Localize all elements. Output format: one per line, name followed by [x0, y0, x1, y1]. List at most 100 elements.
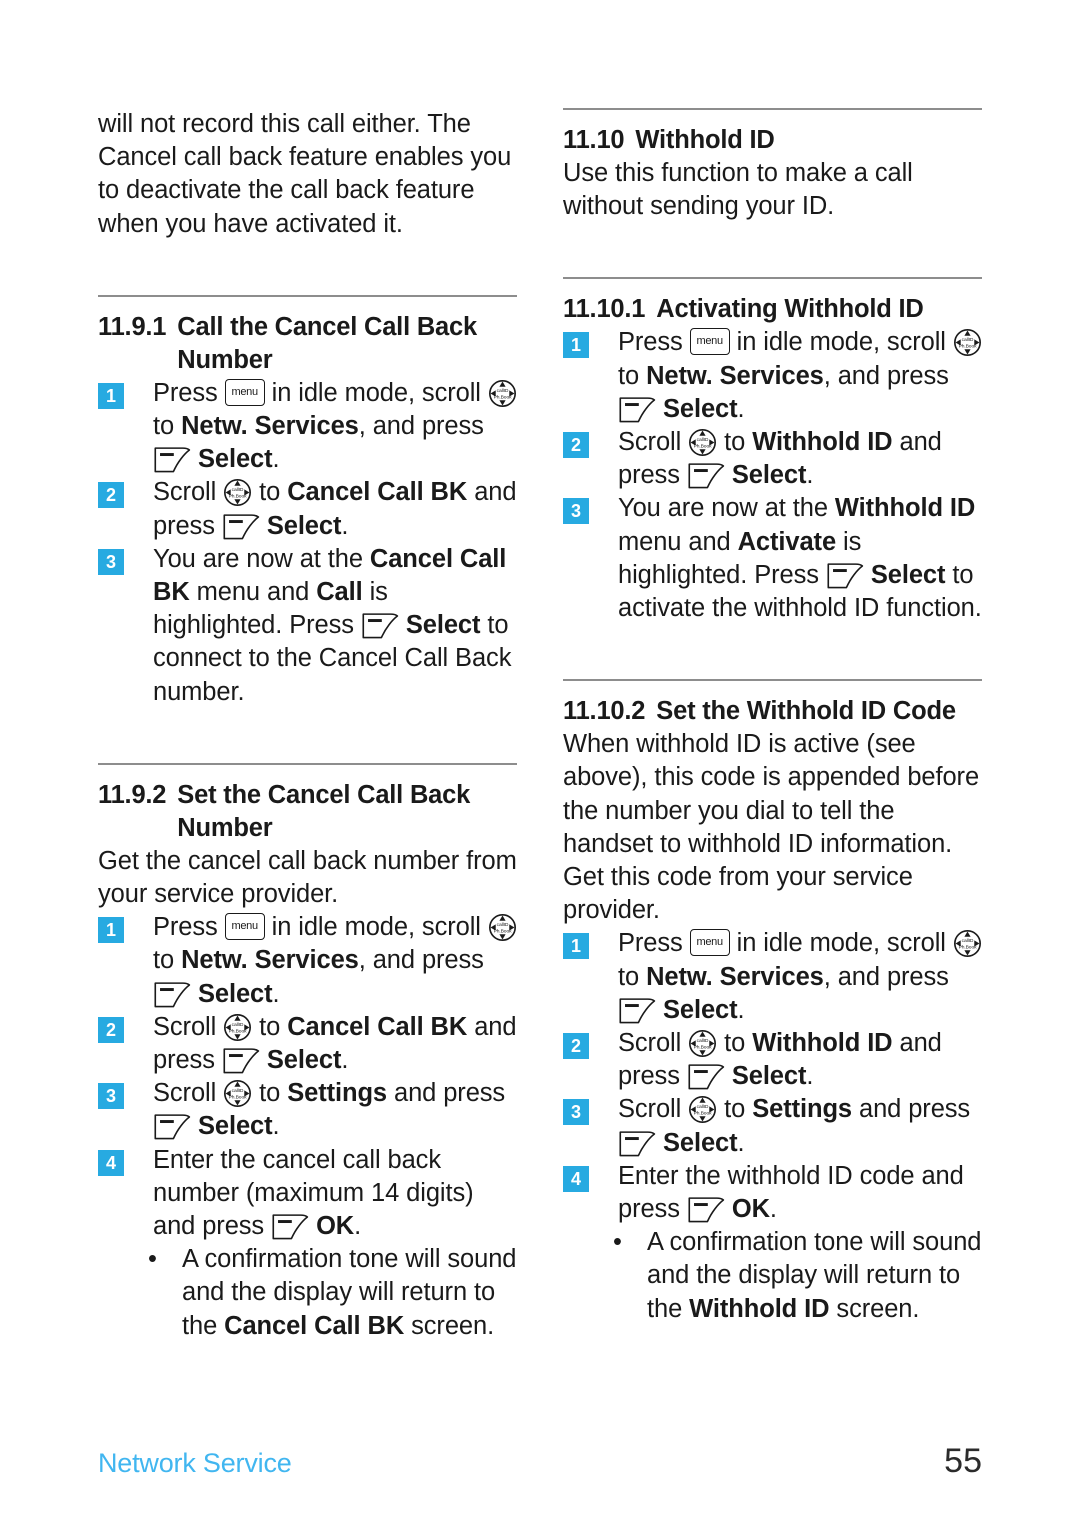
soft-key-icon — [222, 1046, 260, 1076]
emphasis-text: Netw. Services — [181, 412, 359, 441]
emphasis-text: Netw. Services — [181, 946, 359, 975]
svg-text:Ph.Book: Ph.Book — [694, 443, 713, 449]
step-text: Enter the cancel call back number (maxim… — [153, 1145, 474, 1241]
bullet-marker: • — [613, 1228, 622, 1257]
emphasis-text: Select — [191, 1112, 273, 1141]
steps-11-9-2: 1 Press menu in idle mode, scroll callID P… — [98, 911, 517, 1243]
step-text: You are now at the Withhold ID menu and … — [618, 494, 982, 623]
instruction-step: 1 Press menu in idle mode, scroll callID P… — [98, 911, 517, 1011]
two-column-body: will not record this call either. The Ca… — [98, 108, 982, 1343]
svg-text:callID: callID — [232, 488, 244, 494]
scroll-navigation-icon: callID Ph.Book — [688, 428, 717, 457]
heading-11-9-2: 11.9.2 Set the Cancel Call Back Number — [98, 779, 517, 845]
heading-text: Withhold ID — [635, 126, 775, 154]
svg-text:callID: callID — [961, 939, 973, 945]
soft-key-icon — [361, 611, 399, 641]
intro-paragraph: will not record this call either. The Ca… — [98, 110, 512, 238]
emphasis-text: Select — [863, 560, 946, 589]
svg-text:Ph.Book: Ph.Book — [493, 394, 512, 400]
heading-11-10: 11.10 Withhold ID — [563, 124, 982, 157]
section-intro: Get the cancel call back number from you… — [98, 846, 517, 909]
instruction-step: 2 Scroll callID Ph.Book to Cancel Call BK … — [98, 476, 517, 542]
scroll-navigation-icon: callID Ph.Book — [953, 328, 982, 357]
step-number-badge: 1 — [563, 933, 589, 960]
emphasis-text: Settings — [287, 1079, 387, 1108]
heading-number: 11.10.2 — [563, 697, 646, 726]
emphasis-text: Select — [656, 394, 738, 423]
svg-text:Ph.Book: Ph.Book — [493, 929, 512, 935]
instruction-step: 1 Press menu in idle mode, scroll callID P… — [98, 377, 517, 477]
heading-number: 11.9.2 — [98, 780, 167, 809]
emphasis-text: Select — [191, 979, 273, 1008]
left-column: will not record this call either. The Ca… — [98, 108, 517, 1343]
emphasis-text: Select — [724, 461, 807, 490]
svg-text:Ph.Book: Ph.Book — [694, 1111, 713, 1117]
emphasis-text: Select — [656, 1128, 738, 1157]
instruction-step: 1 Press menu in idle mode, scroll callID P… — [563, 927, 982, 1027]
step-number-badge: 1 — [98, 382, 124, 409]
emphasis-text: Select — [656, 995, 738, 1024]
heading-11-10-2: 11.10.2 Set the Withhold ID Code — [563, 695, 982, 728]
emphasis-text: OK — [724, 1195, 770, 1224]
scroll-navigation-icon: callID Ph.Book — [488, 913, 517, 942]
step-text: Press menu in idle mode, scroll callID Ph… — [153, 913, 517, 1010]
bullet-marker: • — [148, 1245, 157, 1274]
instruction-step: 3 You are now at the Withhold ID menu and… — [563, 492, 982, 625]
soft-key-icon — [618, 395, 656, 425]
step-text: Scroll callID Ph.Book to Withhold ID and … — [618, 1029, 942, 1091]
emphasis-text: Netw. Services — [646, 361, 824, 390]
scroll-navigation-icon: callID Ph.Book — [488, 379, 517, 408]
step-number-badge: 1 — [563, 332, 589, 359]
step-text: Scroll callID Ph.Book to Withhold ID and … — [618, 428, 942, 491]
instruction-step: 4 Enter the cancel call back number (maxi… — [98, 1144, 517, 1244]
instruction-step: 2 Scroll callID Ph.Book to Cancel Call BK … — [98, 1011, 517, 1077]
step-text: Scroll callID Ph.Book to Cancel Call BK a… — [153, 478, 517, 542]
section-intro: When withhold ID is active (see above), … — [563, 730, 980, 925]
emphasis-text: Select — [259, 1046, 342, 1075]
soft-key-icon — [618, 1129, 656, 1159]
step-text: Scroll callID Ph.Book to Settings and pre… — [153, 1079, 506, 1142]
svg-text:Ph.Book: Ph.Book — [229, 494, 248, 500]
emphasis-text: Withhold ID — [834, 494, 976, 523]
svg-text:Ph.Book: Ph.Book — [229, 1095, 248, 1101]
step-text: Scroll callID Ph.Book to Cancel Call BK a… — [153, 1012, 517, 1076]
emphasis-text: Select — [191, 445, 273, 474]
menu-key-icon: menu — [224, 378, 265, 406]
right-column: 11.10 Withhold ID Use this function to m… — [563, 108, 982, 1343]
instruction-step: 1 Press menu in idle mode, scroll callID P… — [563, 326, 982, 426]
instruction-step: 2 Scroll callID Ph.Book to Withhold ID and… — [563, 426, 982, 492]
step-text: Enter the withhold ID code and press OK. — [618, 1161, 964, 1224]
soft-key-icon — [153, 980, 191, 1010]
heading-text: Activating Withhold ID — [656, 295, 924, 324]
emphasis-text: Settings — [752, 1095, 852, 1124]
step-number-badge: 1 — [98, 917, 124, 944]
step-number-badge: 3 — [563, 498, 589, 525]
heading-number: 11.10 — [563, 126, 625, 154]
section-intro: Use this function to make a call without… — [563, 159, 913, 221]
scroll-navigation-icon: callID Ph.Book — [223, 478, 252, 507]
emphasis-text: Cancel Call BK — [224, 1311, 405, 1340]
svg-text:callID: callID — [496, 388, 508, 394]
bullet-text: A confirmation tone will sound and the d… — [647, 1228, 982, 1323]
steps-11-9-1: 1 Press menu in idle mode, scroll callID P… — [98, 377, 517, 709]
steps-11-10-2: 1 Press menu in idle mode, scroll callID P… — [563, 927, 982, 1226]
soft-key-icon — [687, 461, 725, 491]
svg-text:Ph.Book: Ph.Book — [958, 945, 977, 951]
soft-key-icon — [222, 512, 260, 542]
step-text: You are now at the Cancel Call BK menu a… — [153, 544, 512, 706]
step-text: Scroll callID Ph.Book to Settings and pre… — [618, 1095, 971, 1159]
emphasis-text: Withhold ID — [752, 1029, 893, 1058]
svg-text:callID: callID — [697, 437, 709, 443]
soft-key-icon — [153, 1112, 191, 1142]
emphasis-text: Activate — [737, 527, 837, 556]
menu-key-icon: menu — [689, 929, 730, 957]
bullet-text: A confirmation tone will sound and the d… — [182, 1245, 517, 1340]
heading-text: Set the Withhold ID Code — [656, 697, 956, 726]
soft-key-icon — [826, 561, 864, 591]
emphasis-text: Cancel Call BK — [287, 1012, 468, 1041]
emphasis-text: Withhold ID — [689, 1294, 830, 1323]
heading-number: 11.9.1 — [98, 312, 167, 341]
page-footer: Network Service 55 — [98, 1442, 982, 1481]
svg-text:callID: callID — [697, 1038, 709, 1044]
bullets-11-9-2: • A confirmation tone will sound and the … — [98, 1243, 517, 1343]
